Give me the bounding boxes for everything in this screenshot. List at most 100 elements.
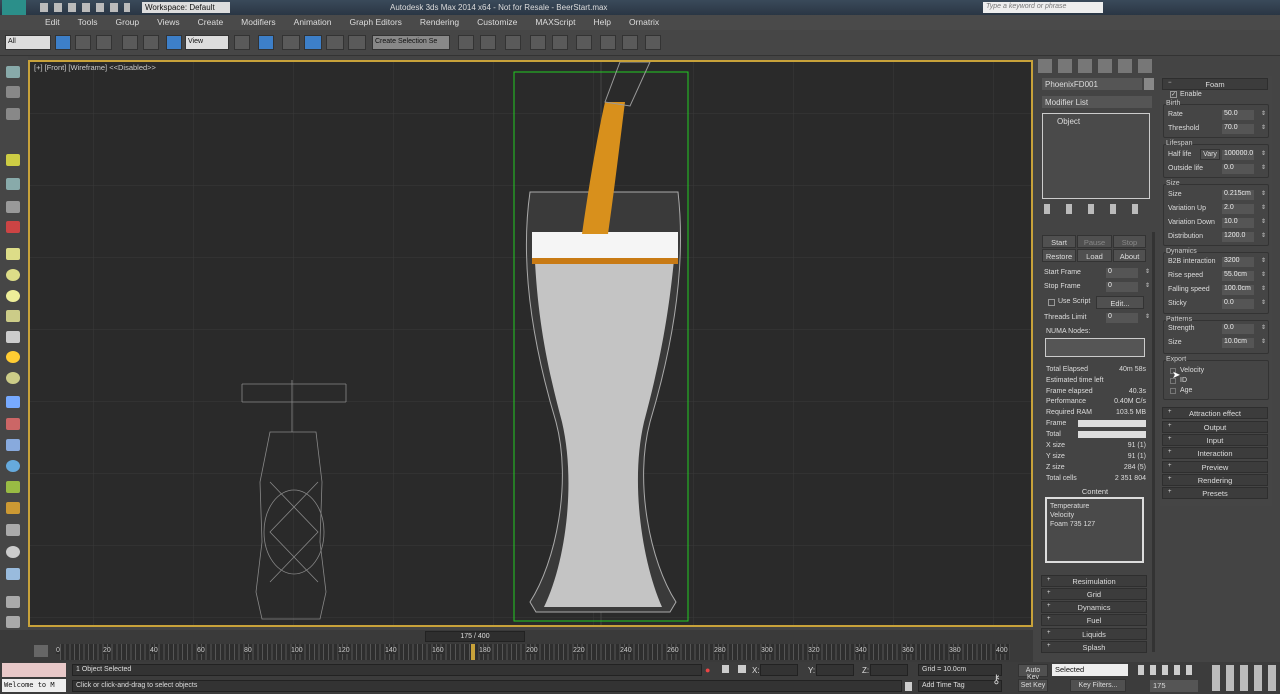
isolate-icon[interactable]: ● [705,665,710,675]
render-setup-icon[interactable] [600,35,616,50]
command-panel-tabs[interactable] [1038,59,1152,73]
tool-icon[interactable] [6,439,20,451]
spinner-snap-icon[interactable] [348,35,366,50]
workspace-dropdown[interactable]: Workspace: Default [142,2,230,13]
spinner-icon[interactable]: ⇕ [1261,338,1266,345]
menu-animation[interactable]: Animation [285,15,341,30]
y-coord-input[interactable] [816,664,854,676]
tool-icon[interactable] [6,331,20,343]
tool-icon[interactable] [6,616,20,628]
key-mode-dropdown[interactable]: Selected [1052,664,1128,676]
select-object-icon[interactable] [55,35,71,50]
time-tag-icon[interactable] [905,682,912,691]
strength-input[interactable]: 0.0 [1222,324,1254,334]
enable-checkbox[interactable]: ✓ [1170,91,1177,98]
mini-curve-editor-icon[interactable] [34,645,48,657]
menu-views[interactable]: Views [148,15,189,30]
spinner-icon[interactable]: ⇕ [1261,285,1266,292]
rollup-dynamics[interactable]: + Dynamics [1041,601,1147,613]
use-script-checkbox[interactable] [1048,299,1055,306]
rollup-fuel[interactable]: + Fuel [1041,614,1147,626]
region-select-icon[interactable] [96,35,112,50]
tool-icon[interactable] [6,178,20,190]
percent-snap-icon[interactable] [326,35,344,50]
menu-rendering[interactable]: Rendering [411,15,468,30]
start-button[interactable]: Start [1042,235,1076,248]
modifier-stack[interactable]: Object [1042,113,1150,199]
spinner-icon[interactable]: ⇕ [1261,124,1266,131]
spinner-icon[interactable]: ⇕ [1261,257,1266,264]
stack-item-object[interactable]: Object [1043,114,1149,129]
spinner-icon[interactable]: ⇕ [1261,110,1266,117]
tool-icon[interactable] [6,201,20,213]
load-button[interactable]: Load [1077,249,1112,262]
layer-manager-icon[interactable] [505,35,521,50]
spinner-icon[interactable]: ⇕ [1261,164,1266,171]
move-icon[interactable] [122,35,138,50]
tool-icon[interactable] [6,596,20,608]
tool-icon[interactable] [6,351,20,363]
spinner-icon[interactable]: ⇕ [1261,299,1266,306]
spinner-icon[interactable]: ⇕ [1145,282,1150,289]
stack-tools-icons[interactable] [1044,204,1150,214]
spinner-icon[interactable]: ⇕ [1261,324,1266,331]
stop-frame-input[interactable]: 0 [1106,282,1138,292]
tool-icon[interactable] [6,372,20,384]
spinner-icon[interactable]: ⇕ [1261,204,1266,211]
spinner-icon[interactable]: ⇕ [1145,268,1150,275]
tool-icon[interactable] [6,248,20,260]
snap-toggle-icon[interactable] [282,35,300,50]
age-checkbox[interactable] [1170,388,1176,394]
menu-modifiers[interactable]: Modifiers [232,15,284,30]
rollup-preview[interactable]: + Preview [1162,461,1268,473]
rollup-interaction[interactable]: + Interaction [1162,447,1268,459]
object-name-field[interactable]: PhoenixFD001 [1042,78,1142,90]
vary-button[interactable]: Vary [1200,149,1220,160]
tool-icon[interactable] [6,418,20,430]
tool-icon[interactable] [6,396,20,408]
rollup-rendering[interactable]: + Rendering [1162,474,1268,486]
select-by-name-icon[interactable] [75,35,91,50]
spinner-icon[interactable]: ⇕ [1261,150,1266,157]
absolute-mode-icon[interactable] [738,665,746,673]
variation-up-input[interactable]: 2.0 [1222,204,1254,214]
tool-icon[interactable] [6,546,20,558]
z-coord-input[interactable] [870,664,908,676]
tool-icon[interactable] [6,460,20,472]
lock-icon[interactable] [722,665,729,673]
outside-life-input[interactable]: 0.0 [1222,164,1254,174]
mirror-icon[interactable] [458,35,474,50]
half-life-input[interactable]: 100000.0 [1222,150,1254,160]
tool-icon[interactable] [6,86,20,98]
rollup-output[interactable]: + Output [1162,421,1268,433]
time-slider[interactable]: 175 / 400 [425,631,525,642]
add-time-tag[interactable]: Add Time Tag [918,680,1002,692]
spinner-icon[interactable]: ⇕ [1261,232,1266,239]
front-viewport[interactable]: [+] [Front] [Wireframe] <<Disabled>> [28,60,1033,627]
tool-icon[interactable] [6,154,20,166]
manipulate-icon[interactable] [258,35,274,50]
b2b-input[interactable]: 3200 [1222,257,1254,267]
menu-help[interactable]: Help [584,15,619,30]
set-key-button[interactable]: Set Key [1018,679,1048,692]
threshold-input[interactable]: 70.0 [1222,124,1254,134]
pivot-icon[interactable] [234,35,250,50]
spinner-icon[interactable]: ⇕ [1145,313,1150,320]
render-icon[interactable] [645,35,661,50]
distribution-input[interactable]: 1200.0 [1222,232,1254,242]
reference-coord-dropdown[interactable]: View [185,35,229,50]
numa-nodes-field[interactable] [1045,338,1145,357]
menu-edit[interactable]: Edit [36,15,69,30]
search-input[interactable]: Type a keyword or phrase [983,2,1103,13]
foam-rollup-header[interactable]: − Foam [1162,78,1268,90]
material-editor-icon[interactable] [576,35,592,50]
viewport-nav-controls[interactable] [1212,665,1276,691]
x-coord-input[interactable] [760,664,798,676]
size-input[interactable]: 0.215cm [1222,190,1254,200]
pause-button[interactable]: Pause [1077,235,1112,248]
pattern-size-input[interactable]: 10.0cm [1222,338,1254,348]
spinner-icon[interactable]: ⇕ [1261,190,1266,197]
current-frame-marker[interactable] [471,644,476,660]
quick-access-icons[interactable] [40,3,130,12]
rollup-attraction-effect[interactable]: + Attraction effect [1162,407,1268,419]
